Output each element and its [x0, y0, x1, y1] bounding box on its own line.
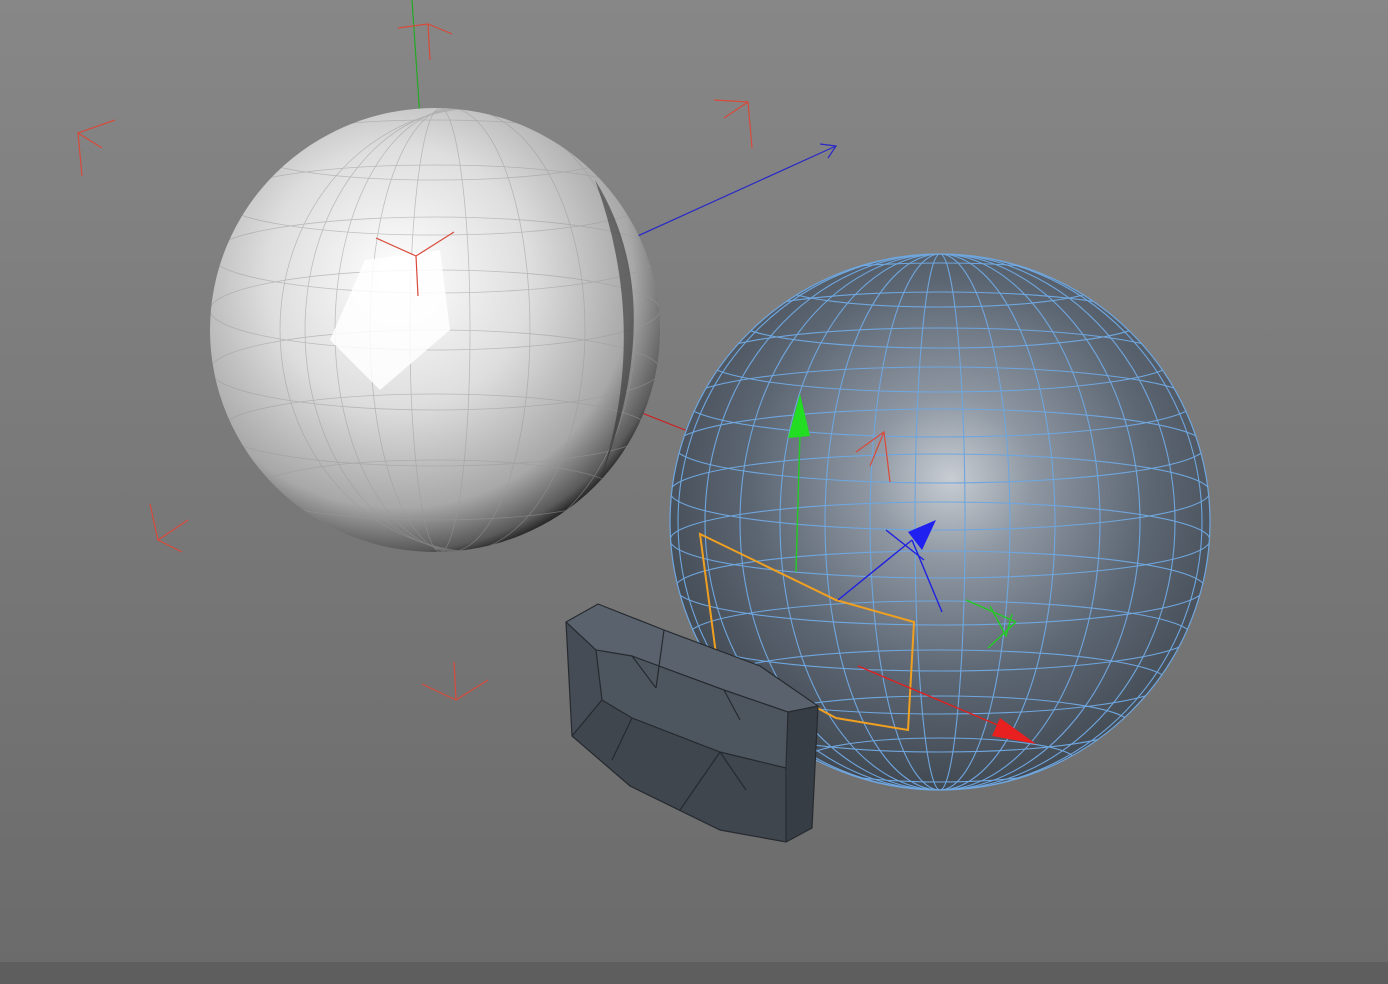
3d-viewport[interactable]: [0, 0, 1388, 984]
viewport-status-strip: [0, 962, 1388, 984]
scene-layer: [77, 0, 1211, 843]
white-sphere[interactable]: [210, 108, 680, 552]
